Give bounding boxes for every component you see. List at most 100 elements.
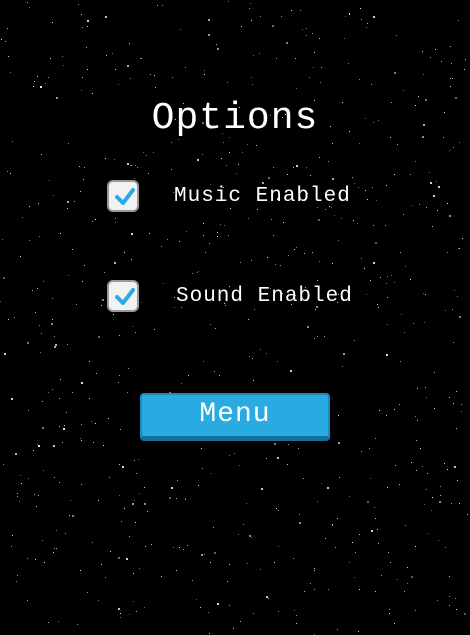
- star: [256, 145, 257, 146]
- star: [388, 552, 389, 553]
- star: [154, 329, 155, 330]
- star: [417, 420, 418, 421]
- star: [144, 503, 146, 505]
- star: [198, 485, 199, 486]
- sound-checkbox[interactable]: [107, 280, 139, 312]
- star: [81, 424, 82, 425]
- star: [149, 233, 150, 234]
- music-checkbox[interactable]: [107, 180, 139, 212]
- star: [450, 78, 451, 79]
- star: [277, 457, 279, 459]
- star: [251, 537, 252, 538]
- star: [228, 235, 229, 236]
- star: [56, 548, 57, 549]
- star: [67, 344, 68, 345]
- star: [416, 470, 417, 471]
- star: [238, 164, 239, 165]
- star: [179, 547, 180, 548]
- star: [81, 90, 82, 91]
- star: [172, 77, 173, 78]
- star: [453, 342, 454, 343]
- star: [10, 72, 11, 73]
- star: [367, 23, 368, 24]
- star: [394, 623, 395, 624]
- star: [312, 252, 313, 253]
- star: [226, 165, 227, 166]
- star: [220, 224, 221, 225]
- star: [63, 65, 64, 66]
- star: [399, 484, 400, 485]
- star: [118, 382, 119, 383]
- star: [119, 375, 120, 376]
- star: [344, 38, 345, 39]
- star: [188, 375, 189, 376]
- star: [122, 466, 124, 468]
- star: [343, 353, 345, 355]
- star: [106, 55, 107, 56]
- star: [3, 277, 5, 279]
- star: [467, 514, 468, 515]
- star: [251, 260, 252, 261]
- star: [119, 464, 120, 465]
- star: [268, 177, 270, 179]
- star: [27, 600, 28, 601]
- star: [389, 613, 390, 614]
- star: [277, 361, 278, 362]
- star: [296, 623, 297, 624]
- star: [114, 159, 115, 160]
- star: [229, 605, 230, 606]
- star: [87, 592, 88, 593]
- star: [130, 165, 131, 166]
- star: [361, 451, 362, 452]
- star: [95, 219, 96, 220]
- star: [129, 614, 130, 615]
- star: [366, 27, 367, 28]
- star: [260, 569, 261, 570]
- star: [274, 443, 276, 445]
- star: [96, 373, 97, 374]
- star: [157, 5, 158, 6]
- star: [201, 448, 202, 449]
- star: [456, 428, 457, 429]
- star: [273, 167, 274, 168]
- star: [118, 84, 119, 85]
- star: [72, 392, 73, 393]
- star: [298, 448, 299, 449]
- star: [54, 477, 55, 478]
- menu-button[interactable]: Menu: [140, 393, 330, 441]
- star: [119, 335, 120, 336]
- star: [259, 53, 260, 54]
- star: [236, 173, 237, 174]
- star: [314, 568, 315, 569]
- star: [310, 175, 311, 176]
- star: [110, 551, 111, 552]
- star: [154, 75, 155, 76]
- star: [459, 248, 460, 249]
- star: [115, 218, 116, 219]
- star: [440, 486, 441, 487]
- star: [385, 225, 386, 226]
- star: [16, 581, 17, 582]
- star: [29, 7, 30, 8]
- star: [410, 174, 411, 175]
- star: [400, 361, 401, 362]
- star: [367, 501, 369, 503]
- star: [304, 253, 305, 254]
- star: [105, 577, 106, 578]
- star: [307, 326, 309, 328]
- star: [359, 589, 360, 590]
- star: [229, 152, 230, 153]
- star: [387, 276, 388, 277]
- star: [198, 271, 199, 272]
- star: [29, 240, 30, 241]
- star: [358, 631, 359, 632]
- star: [192, 273, 193, 274]
- star: [134, 178, 135, 179]
- star: [108, 418, 109, 419]
- star: [432, 226, 433, 227]
- star: [167, 239, 168, 240]
- star: [449, 605, 450, 606]
- star: [404, 591, 405, 592]
- star: [271, 219, 272, 220]
- star: [81, 382, 83, 384]
